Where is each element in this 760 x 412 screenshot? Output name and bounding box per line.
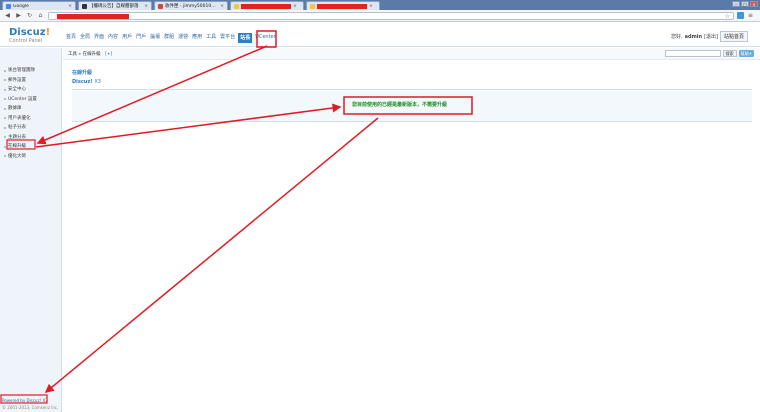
highlight-box-message: [343, 96, 473, 115]
highlight-box-nav: [256, 30, 277, 48]
arrow-nav-to-sidebar: [36, 45, 268, 145]
annotation-overlay: [0, 30, 473, 404]
highlight-box-powered: [0, 394, 48, 404]
highlight-box-sidebar: [6, 139, 36, 150]
arrow-sidebar-to-message: [35, 103, 342, 148]
arrow-message-to-powered: [44, 117, 379, 393]
